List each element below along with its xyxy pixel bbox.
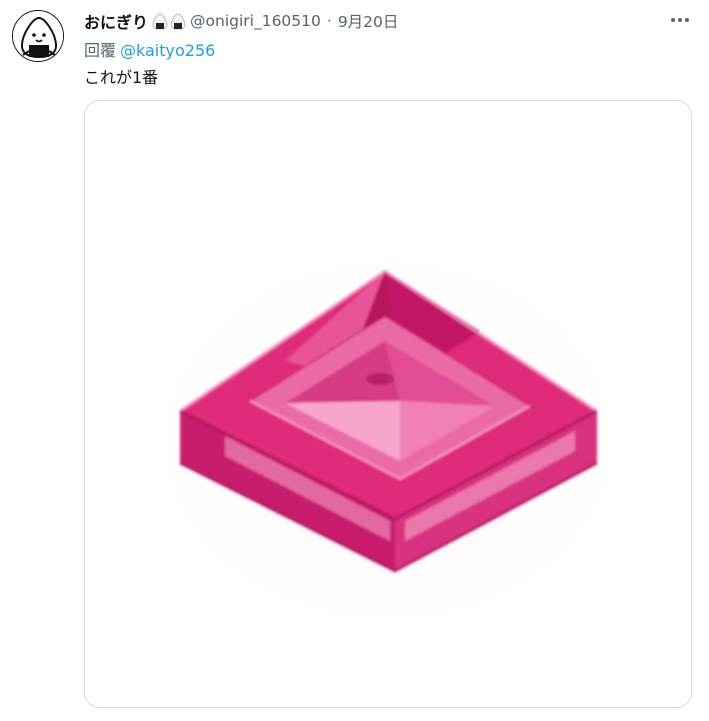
- tweet-media[interactable]: [84, 100, 692, 708]
- onigiri-face-avatar-icon: [13, 11, 63, 61]
- reply-context: 回覆 @kaityo256: [84, 37, 215, 61]
- onigiri-icon: [152, 13, 168, 30]
- tweet-date[interactable]: 9月20日: [338, 10, 399, 32]
- onigiri-icon: [170, 13, 186, 30]
- display-name[interactable]: おにぎり: [84, 9, 148, 33]
- more-horizontal-icon: [671, 18, 689, 22]
- avatar[interactable]: [12, 10, 64, 62]
- more-button[interactable]: [667, 10, 693, 30]
- reply-prefix: 回覆: [84, 41, 117, 60]
- tweet-text: これが1番: [84, 68, 159, 87]
- tweet[interactable]: おにぎり @onigiri_160510 · 9月20日 回覆 @kaityo25…: [0, 0, 709, 721]
- name-emoji: [152, 12, 186, 30]
- lego-slope-tile-image: [85, 101, 691, 707]
- header-separator: ·: [326, 12, 332, 30]
- reply-mention-link[interactable]: @kaityo256: [120, 41, 215, 60]
- tweet-header: おにぎり @onigiri_160510 · 9月20日: [84, 8, 398, 34]
- author-handle[interactable]: @onigiri_160510: [190, 12, 321, 30]
